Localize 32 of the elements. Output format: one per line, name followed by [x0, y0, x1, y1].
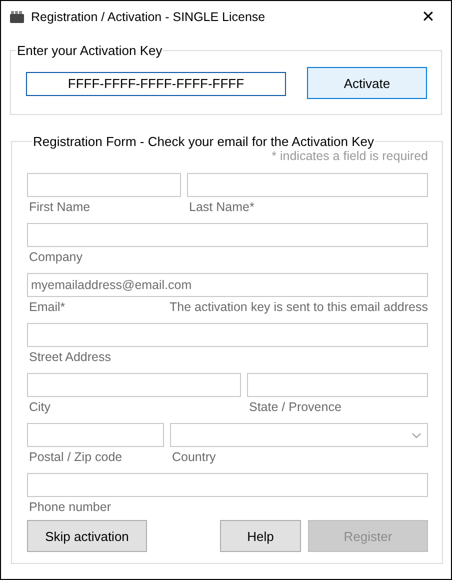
country-dropdown[interactable]: [170, 423, 428, 447]
input-field[interactable]: [27, 173, 181, 197]
input-field[interactable]: [27, 223, 428, 247]
input-field[interactable]: myemailaddress@email.com: [27, 273, 428, 297]
field-label: Postal / Zip code: [29, 450, 122, 464]
field-hint: The activation key is sent to this email address: [170, 300, 428, 314]
activate-button[interactable]: Activate: [307, 67, 427, 99]
field-label: First Name: [29, 200, 90, 214]
activation-key-field[interactable]: FFFF-FFFF-FFFF-FFFF-FFFF: [26, 72, 286, 96]
field-label: State / Provence: [249, 400, 342, 414]
field-label: Last Name*: [189, 200, 254, 214]
field-label: Phone number: [29, 500, 112, 514]
chevron-down-icon: [412, 432, 421, 438]
input-field[interactable]: [27, 323, 428, 347]
field-label: City: [29, 400, 51, 414]
dialog-button[interactable]: Help: [220, 520, 301, 552]
input-field[interactable]: [27, 423, 164, 447]
required-note: * indicates a field is required: [272, 149, 428, 165]
field-label: Street Address: [29, 350, 111, 364]
input-field[interactable]: [27, 373, 241, 397]
window-title: Registration / Activation - SINGLE License: [31, 10, 266, 24]
app-icon: [9, 10, 25, 24]
group-title: Registration Form - Check your email for the Activation Key: [32, 134, 376, 149]
close-button[interactable]: ✕: [405, 1, 451, 32]
field-label: Company: [29, 250, 82, 264]
field-label: Email*: [29, 300, 66, 314]
input-field[interactable]: [187, 173, 428, 197]
input-field[interactable]: [247, 373, 428, 397]
dialog-button[interactable]: Skip activation: [27, 520, 147, 552]
group-title: Enter your Activation Key: [16, 43, 164, 58]
field-label: Country: [172, 450, 216, 464]
input-field[interactable]: [27, 473, 428, 497]
